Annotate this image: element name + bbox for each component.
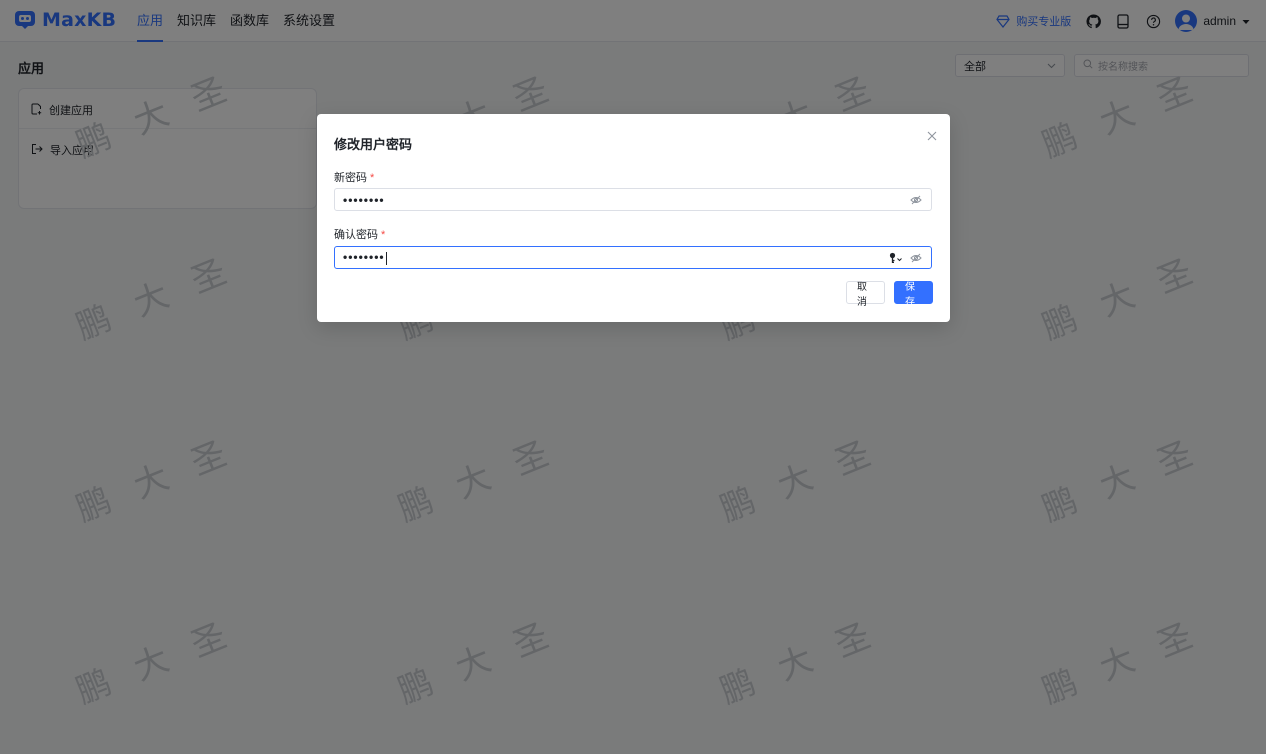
- confirm-password-label: 确认密码 *: [334, 226, 385, 242]
- save-button[interactable]: 保存: [894, 281, 933, 308]
- confirm-password-value: ••••••••: [343, 250, 889, 265]
- key-icon[interactable]: [889, 252, 903, 264]
- dialog-title: 修改用户密码: [334, 137, 413, 152]
- new-password-input[interactable]: ••••••••: [334, 188, 932, 211]
- required-mark: *: [381, 229, 386, 241]
- text-caret: [385, 251, 387, 265]
- new-password-value: ••••••••: [343, 192, 385, 207]
- confirm-password-input[interactable]: ••••••••: [334, 246, 932, 269]
- eye-off-icon[interactable]: [909, 193, 923, 207]
- new-password-label-text: 新密码: [334, 172, 367, 184]
- new-password-label: 新密码 *: [334, 169, 374, 185]
- close-icon[interactable]: [924, 128, 940, 144]
- eye-off-icon[interactable]: [909, 251, 923, 265]
- confirm-password-label-text: 确认密码: [334, 229, 378, 241]
- cancel-button[interactable]: 取消: [846, 281, 885, 308]
- change-password-dialog: 修改用户密码 新密码 * •••••••• 确认密码 * •••••••• 取消 保…: [317, 114, 950, 322]
- confirm-password-dots: ••••••••: [343, 250, 385, 265]
- required-mark: *: [370, 172, 375, 184]
